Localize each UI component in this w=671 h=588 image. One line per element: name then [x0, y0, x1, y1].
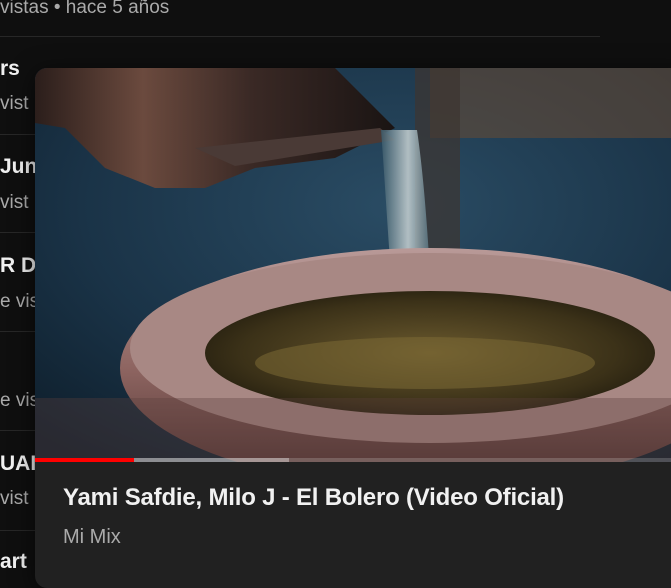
video-player[interactable] [35, 68, 671, 462]
video-info: Yami Safdie, Milo J - El Bolero (Video O… [63, 484, 671, 549]
video-preview-card[interactable]: Yami Safdie, Milo J - El Bolero (Video O… [35, 68, 671, 588]
video-frame [35, 68, 671, 462]
channel-name[interactable]: Mi Mix [63, 526, 671, 549]
video-title[interactable]: rs [0, 57, 20, 81]
video-title[interactable]: R D [0, 254, 36, 278]
video-meta: vist [0, 192, 29, 213]
video-meta: vistas • hace 5 años [0, 0, 170, 18]
video-meta: e vis [0, 291, 40, 312]
video-title[interactable]: UAI [0, 452, 36, 476]
video-title[interactable]: Jun [0, 155, 37, 179]
video-meta: vist [0, 93, 29, 114]
video-meta: vist [0, 488, 29, 509]
preview-video-title[interactable]: Yami Safdie, Milo J - El Bolero (Video O… [63, 484, 671, 512]
progress-bar[interactable] [35, 458, 671, 462]
divider [0, 36, 600, 37]
progress-played [35, 458, 134, 462]
video-title[interactable]: art [0, 550, 27, 574]
video-meta: e vis [0, 390, 40, 411]
